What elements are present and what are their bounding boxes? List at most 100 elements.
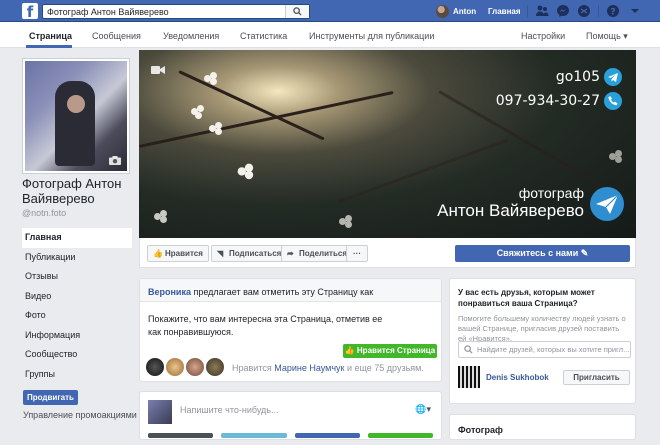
thumbs-up-icon: 👍 [344,346,357,355]
suggestion-title: Вероника предлагает вам отметить эту Стр… [140,279,441,302]
follow-label: Подписаться [229,249,282,258]
sidebar-item-reviews[interactable]: Отзывы [22,267,132,287]
sidebar-item-home[interactable]: Главная [22,228,132,248]
help-icon[interactable]: ? [606,4,620,18]
more-button[interactable]: ··· [346,245,368,262]
tab-publishing-tools[interactable]: Инструменты для публикации [309,31,434,41]
tab-settings[interactable]: Настройки [521,31,565,41]
profile-link[interactable]: Anton [436,4,476,18]
tab-notifications[interactable]: Уведомления [163,31,219,41]
tab-help[interactable]: Помощь ▾ [586,31,628,42]
about-card-title: Фотограф [458,425,503,435]
sidebar-item-video[interactable]: Видео [22,287,132,307]
thumbs-up-icon: 👍 [153,248,163,258]
telegram-handle: go105 [555,69,600,85]
divider [527,5,528,17]
avatar[interactable] [206,358,224,376]
avatar[interactable] [186,358,204,376]
composer-action-buttons [148,433,433,438]
likes-suffix: и еще 75 друзьям. [344,363,424,373]
page-name: Фотограф Антон Вайяверево [22,176,122,206]
search-icon [293,7,302,16]
friends-icon[interactable] [535,4,549,18]
page-handle[interactable]: @notn.foto [22,208,66,218]
search-icon [464,345,473,354]
avatar[interactable] [146,358,164,376]
messenger-icon[interactable] [556,4,570,18]
avatar[interactable] [166,358,184,376]
about-card: Фотограф [449,414,636,440]
tab-messages[interactable]: Сообщения [92,31,141,41]
post-composer: Напишите что-нибудь... 🌐▾ [139,391,442,440]
sidebar-item-photos[interactable]: Фото [22,306,132,326]
search-button[interactable] [285,5,309,18]
composer-input[interactable]: Напишите что-нибудь... [180,405,279,415]
share-icon: ➦ [287,248,294,258]
composer-action[interactable] [367,433,433,438]
left-column: Фотограф Антон Вайяверево @notn.foto Гла… [0,48,138,440]
suggestion-text: Покажите, что вам интересна эта Страница… [148,314,383,337]
friend-search-input[interactable]: Найдите друзей, которых вы хотите пригл.… [458,341,631,358]
friend-name[interactable]: Denis Sukhobok [486,373,549,382]
like-page-button[interactable]: 👍 Нравится Страница [343,344,437,358]
invite-button[interactable]: Пригласить [563,370,630,385]
manage-promotions-link[interactable]: Управление промоакциями [23,410,137,420]
search-input[interactable] [43,5,283,18]
follow-button[interactable]: ◥ Подписаться [211,245,288,262]
sidebar-item-info[interactable]: Информация [22,326,132,346]
promote-button[interactable]: Продвигать [23,390,78,405]
like-page-label: Нравится Страница [356,346,436,355]
phone-row: 097-934-30-27 [496,90,622,112]
paper-plane-icon [596,194,619,214]
likes-prefix: Нравится [232,363,275,373]
sidebar-item-groups[interactable]: Группы [22,365,132,385]
blossom [237,163,255,181]
inviter-name[interactable]: Вероника [148,287,191,297]
rss-icon: ◥ [217,248,224,258]
share-button[interactable]: ➦ Поделиться [281,245,354,262]
telegram-icon [604,68,622,86]
brand-logo [590,187,624,221]
composer-action[interactable] [294,433,360,438]
telegram-row: go105 [496,66,622,88]
cover-branch [139,90,394,148]
page-avatar [148,400,172,424]
notifications-icon[interactable] [577,4,591,18]
cover-photo[interactable]: go105 097-934-30-27 фотограф Антон Вайяв… [139,50,636,238]
like-suggestion-card: Вероника предлагает вам отметить эту Стр… [139,278,442,382]
cover-contacts: go105 097-934-30-27 [496,66,622,114]
contact-us-button[interactable]: Свяжитесь с нами ✎ [455,245,630,262]
facebook-logo[interactable]: f [22,3,38,21]
dropdown-icon[interactable] [628,4,642,18]
user-name: Anton [453,6,477,16]
friends-likes-text: Нравится Марине Наумчук и еще 75 друзьям… [232,363,424,373]
composer-action[interactable] [148,433,214,438]
blossom [154,210,168,224]
phone-number: 097-934-30-27 [495,93,600,109]
search-box[interactable] [42,4,310,19]
brand-line-2: Антон Вайяверево [437,201,584,220]
friend-search-placeholder: Найдите друзей, которых вы хотите пригл.… [477,345,630,354]
tab-page[interactable]: Страница [29,31,72,41]
sidebar-item-community[interactable]: Сообщество [22,345,132,365]
tab-statistics[interactable]: Статистика [240,31,287,41]
blossom [191,105,205,119]
blossom [339,215,353,229]
profile-picture[interactable] [22,58,130,174]
like-button[interactable]: 👍 Нравится [147,245,209,262]
blossom [209,122,223,136]
composer-action[interactable] [221,433,287,438]
liker-name[interactable]: Марине Наумчук [274,363,344,373]
home-link[interactable]: Главная [488,7,521,16]
svg-text:?: ? [610,8,615,18]
friend-avatar[interactable] [458,366,480,388]
camera-icon[interactable] [109,156,121,165]
pencil-icon: ✎ [580,248,589,258]
video-camera-icon[interactable] [151,65,165,75]
cover-brand: фотограф Антон Вайяверево [437,185,624,221]
audience-selector[interactable]: 🌐▾ [415,404,431,415]
divider [598,5,599,17]
share-label: Поделиться [299,249,348,258]
sidebar-menu: Главная Публикации Отзывы Видео Фото Инф… [22,228,132,384]
sidebar-item-posts[interactable]: Публикации [22,248,132,268]
